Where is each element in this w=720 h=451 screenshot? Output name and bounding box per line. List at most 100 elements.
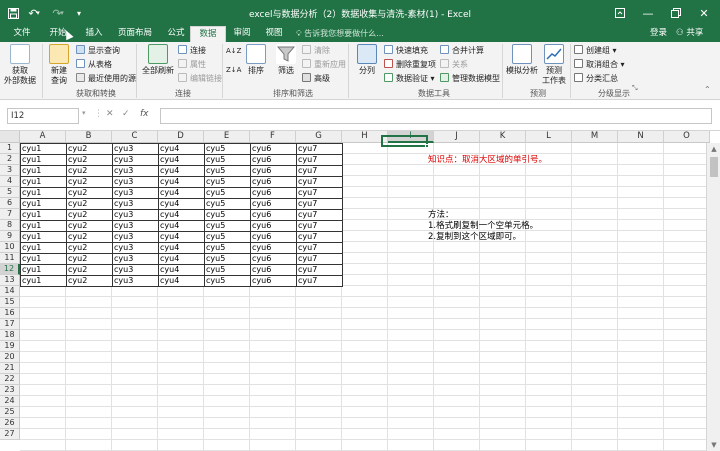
row-header-13[interactable]: 13 bbox=[0, 275, 20, 286]
formula-input[interactable] bbox=[160, 108, 712, 124]
name-box[interactable]: I12 bbox=[7, 108, 79, 124]
cancel-icon[interactable]: ✕ bbox=[106, 109, 114, 119]
column-header-J[interactable]: J bbox=[434, 131, 480, 143]
row-header-26[interactable]: 26 bbox=[0, 418, 20, 429]
row-header-24[interactable]: 24 bbox=[0, 396, 20, 407]
enter-icon[interactable]: ✓ bbox=[122, 109, 130, 119]
row-header-3[interactable]: 3 bbox=[0, 165, 20, 176]
row-header-18[interactable]: 18 bbox=[0, 330, 20, 341]
scroll-up-icon[interactable]: ▲ bbox=[707, 143, 720, 155]
reapply-button[interactable]: 重新应用 bbox=[302, 59, 346, 71]
insert-function-icon[interactable]: fx bbox=[140, 109, 149, 119]
tab-review[interactable]: 审阅 bbox=[226, 26, 258, 42]
get-external-data-button[interactable]: 获取 外部数据 bbox=[3, 44, 37, 86]
tell-me-box[interactable]: 💡︎ 告诉我您想要做什么... bbox=[296, 26, 384, 42]
row-header-11[interactable]: 11 bbox=[0, 253, 20, 264]
table-cell[interactable]: cyu1 bbox=[20, 275, 67, 287]
group-button[interactable]: 创建组 ▾ bbox=[574, 45, 617, 57]
column-header-N[interactable]: N bbox=[618, 131, 664, 143]
clear-filter-button[interactable]: 清除 bbox=[302, 45, 330, 57]
resize-handle-icon[interactable]: ⋮ bbox=[94, 109, 103, 119]
restore-icon[interactable] bbox=[662, 2, 690, 24]
tab-formulas[interactable]: 公式 bbox=[160, 26, 192, 42]
row-header-2[interactable]: 2 bbox=[0, 154, 20, 165]
cell-area[interactable]: 知识点：取消大区域的单引号。 方法： 1.格式刷复制一个空单元格。 2.复制到这… bbox=[20, 143, 706, 451]
login-link[interactable]: 登录 bbox=[650, 26, 667, 42]
tab-view[interactable]: 视图 bbox=[258, 26, 290, 42]
table-cell[interactable]: cyu5 bbox=[204, 275, 251, 287]
row-header-22[interactable]: 22 bbox=[0, 374, 20, 385]
row-header-8[interactable]: 8 bbox=[0, 220, 20, 231]
refresh-all-button[interactable]: 全部刷新 bbox=[140, 44, 176, 76]
row-header-12[interactable]: 12 bbox=[0, 264, 20, 275]
column-header-K[interactable]: K bbox=[480, 131, 526, 143]
scroll-thumb[interactable] bbox=[710, 157, 718, 177]
scroll-down-icon[interactable]: ▼ bbox=[707, 439, 720, 451]
column-header-L[interactable]: L bbox=[526, 131, 572, 143]
row-header-7[interactable]: 7 bbox=[0, 209, 20, 220]
column-header-E[interactable]: E bbox=[204, 131, 250, 143]
select-all-button[interactable] bbox=[0, 131, 20, 143]
tab-data[interactable]: 数据 bbox=[190, 26, 226, 42]
table-cell[interactable]: cyu4 bbox=[158, 275, 205, 287]
column-header-M[interactable]: M bbox=[572, 131, 618, 143]
name-box-dropdown-icon[interactable]: ▾ bbox=[82, 109, 86, 117]
row-header-25[interactable]: 25 bbox=[0, 407, 20, 418]
data-validation-button[interactable]: 数据验证 ▾ bbox=[384, 73, 435, 85]
properties-button[interactable]: 属性 bbox=[178, 59, 206, 71]
row-header-15[interactable]: 15 bbox=[0, 297, 20, 308]
recent-sources-button[interactable]: 最近使用的源 bbox=[76, 73, 136, 85]
column-header-C[interactable]: C bbox=[112, 131, 158, 143]
active-cell[interactable] bbox=[381, 135, 428, 147]
filter-button[interactable]: 筛选 bbox=[274, 44, 298, 76]
row-header-27[interactable]: 27 bbox=[0, 429, 20, 440]
show-queries-button[interactable]: 显示查询 bbox=[76, 45, 120, 57]
consolidate-button[interactable]: 合并计算 bbox=[440, 45, 484, 57]
table-cell[interactable]: cyu6 bbox=[250, 275, 297, 287]
data-model-button[interactable]: 管理数据模型 bbox=[440, 73, 500, 85]
outline-dialog-launcher-icon[interactable]: ⤡ bbox=[632, 82, 638, 94]
column-header-F[interactable]: F bbox=[250, 131, 296, 143]
close-icon[interactable]: ✕ bbox=[690, 2, 718, 24]
row-header-10[interactable]: 10 bbox=[0, 242, 20, 253]
forecast-sheet-button[interactable]: 预测 工作表 bbox=[540, 44, 568, 86]
collapse-ribbon-icon[interactable]: ⌃ bbox=[704, 84, 711, 96]
vertical-scrollbar[interactable]: ▲ ▼ bbox=[706, 143, 720, 451]
row-header-5[interactable]: 5 bbox=[0, 187, 20, 198]
row-header-14[interactable]: 14 bbox=[0, 286, 20, 297]
table-cell[interactable]: cyu7 bbox=[296, 275, 343, 287]
sort-button[interactable]: 排序 bbox=[244, 44, 268, 76]
from-table-button[interactable]: 从表格 bbox=[76, 59, 112, 71]
row-header-6[interactable]: 6 bbox=[0, 198, 20, 209]
tab-file[interactable]: 文件 bbox=[6, 26, 38, 42]
column-header-D[interactable]: D bbox=[158, 131, 204, 143]
column-header-A[interactable]: A bbox=[20, 131, 66, 143]
fill-handle[interactable] bbox=[425, 144, 429, 148]
sort-ascending-button[interactable]: A↓Z bbox=[226, 45, 241, 57]
row-header-16[interactable]: 16 bbox=[0, 308, 20, 319]
text-to-columns-button[interactable]: 分列 bbox=[352, 44, 382, 76]
row-header-23[interactable]: 23 bbox=[0, 385, 20, 396]
edit-links-button[interactable]: 编辑链接 bbox=[178, 73, 222, 85]
relationships-button[interactable]: 关系 bbox=[440, 59, 468, 71]
advanced-filter-button[interactable]: 高级 bbox=[302, 73, 330, 85]
what-if-analysis-button[interactable]: 模拟分析 bbox=[506, 44, 538, 76]
ribbon-display-icon[interactable] bbox=[606, 2, 634, 24]
row-header-19[interactable]: 19 bbox=[0, 341, 20, 352]
flash-fill-button[interactable]: 快速填充 bbox=[384, 45, 428, 57]
remove-duplicates-button[interactable]: 删除重复项 bbox=[384, 59, 436, 71]
row-header-1[interactable]: 1 bbox=[0, 143, 20, 154]
ungroup-button[interactable]: 取消组合 ▾ bbox=[574, 59, 625, 71]
row-header-20[interactable]: 20 bbox=[0, 352, 20, 363]
table-cell[interactable]: cyu2 bbox=[66, 275, 113, 287]
row-header-4[interactable]: 4 bbox=[0, 176, 20, 187]
tab-page-layout[interactable]: 页面布局 bbox=[112, 26, 158, 42]
row-header-17[interactable]: 17 bbox=[0, 319, 20, 330]
sort-descending-button[interactable]: Z↓A bbox=[226, 64, 241, 76]
subtotal-button[interactable]: 分类汇总 bbox=[574, 73, 618, 85]
column-header-B[interactable]: B bbox=[66, 131, 112, 143]
column-header-G[interactable]: G bbox=[296, 131, 342, 143]
minimize-icon[interactable]: — bbox=[634, 2, 662, 24]
table-cell[interactable]: cyu3 bbox=[112, 275, 159, 287]
row-header-21[interactable]: 21 bbox=[0, 363, 20, 374]
